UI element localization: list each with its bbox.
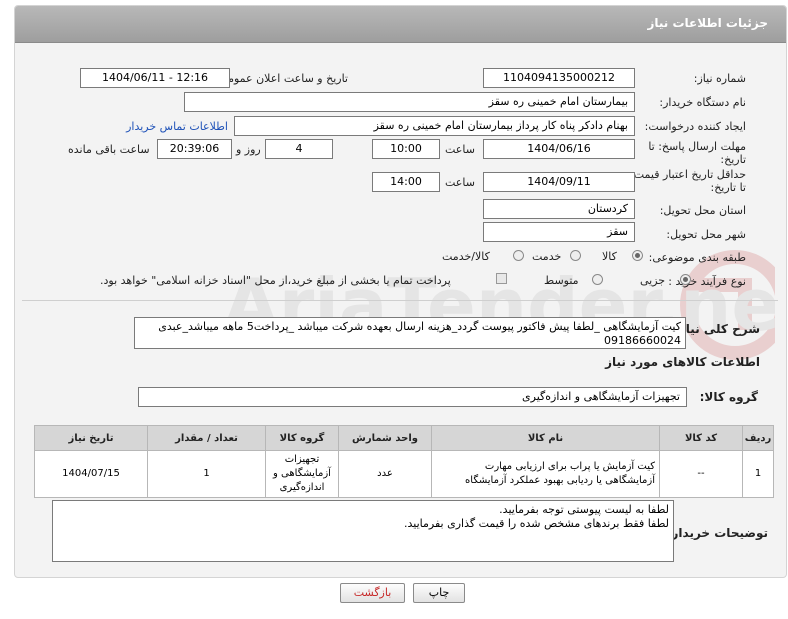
- reply-date-field: 1404/06/16: [483, 139, 635, 159]
- validity-time-label: ساعت: [445, 176, 475, 189]
- divider: [22, 300, 778, 301]
- table-header-row: ردیف کد کالا نام کالا واحد شمارش گروه کا…: [34, 425, 774, 451]
- process-option-minor: جزیی: [640, 274, 666, 287]
- buyer-org-field: بیمارستان امام خمینی ره سقز: [184, 92, 635, 112]
- days-remaining-field: 4: [265, 139, 333, 159]
- province-label: استان محل تحویل:: [659, 204, 746, 217]
- description-label: شرح کلی نیاز:: [674, 322, 760, 336]
- price-validity-label: حداقل تاریخ اعتبار قیمت:: [630, 168, 746, 181]
- buyer-notes-textarea[interactable]: [52, 500, 674, 562]
- cell-goods-group: تجهیزات آزمایشگاهی و اندازه‌گیری: [265, 450, 339, 498]
- cell-unit: عدد: [338, 450, 432, 498]
- price-validity-label-date: تا تاریخ:: [710, 181, 746, 194]
- col-header-goods-code: کد کالا: [659, 425, 743, 451]
- goods-group-field: تجهیزات آزمایشگاهی و اندازه‌گیری: [138, 387, 687, 407]
- validity-time-field: 14:00: [372, 172, 440, 192]
- panel-title: جزئیات اطلاعات نیاز: [647, 16, 768, 30]
- category-radio-goods-service[interactable]: [513, 250, 524, 261]
- requester-field: بهنام دادکر پناه کار پرداز بیمارستان اما…: [234, 116, 635, 136]
- days-label: روز و: [236, 143, 261, 156]
- treasury-payment-checkbox[interactable]: [496, 273, 507, 284]
- need-number-label: شماره نیاز:: [693, 72, 746, 85]
- cell-quantity: 1: [147, 450, 266, 498]
- panel-header: جزئیات اطلاعات نیاز: [15, 6, 786, 43]
- col-header-unit: واحد شمارش: [338, 425, 432, 451]
- cell-need-date: 1404/07/15: [34, 450, 148, 498]
- need-number-field: 1104094135000212: [483, 68, 635, 88]
- reply-deadline-label-date: تاریخ:: [720, 153, 746, 166]
- category-label: طبقه بندی موضوعی:: [648, 251, 746, 264]
- announce-date-label: تاریخ و ساعت اعلان عمومی:: [215, 72, 348, 85]
- city-field: سقز: [483, 222, 635, 242]
- description-textarea[interactable]: [134, 317, 686, 349]
- treasury-payment-note: پرداخت تمام یا بخشی از مبلغ خرید،از محل …: [100, 274, 451, 287]
- col-header-goods-name: نام کالا: [431, 425, 660, 451]
- col-header-goods-group: گروه کالا: [265, 425, 339, 451]
- buyer-notes-label: توضیحات خریدار:: [666, 526, 768, 540]
- table-row: 1 -- کیت آزمایش یا پراب برای ارزیابی مها…: [34, 450, 774, 498]
- requester-label: ایجاد کننده درخواست:: [644, 120, 746, 133]
- process-radio-minor[interactable]: [680, 274, 691, 285]
- col-header-need-date: تاریخ نیاز: [34, 425, 148, 451]
- buyer-org-label: نام دستگاه خریدار:: [659, 96, 746, 109]
- remaining-time-label: ساعت باقی مانده: [68, 143, 150, 156]
- cell-row-number: 1: [742, 450, 774, 498]
- buyer-contact-link[interactable]: اطلاعات تماس خریدار: [126, 120, 228, 133]
- col-header-quantity: تعداد / مقدار: [147, 425, 266, 451]
- remaining-time-field: 20:39:06: [157, 139, 232, 159]
- goods-table: ردیف کد کالا نام کالا واحد شمارش گروه کا…: [34, 425, 774, 498]
- reply-deadline-label: مهلت ارسال پاسخ: تا: [648, 140, 746, 153]
- cell-goods-name: کیت آزمایش یا پراب برای ارزیابی مهارت آز…: [431, 450, 660, 498]
- validity-date-field: 1404/09/11: [483, 172, 635, 192]
- category-option-goods-service: کالا/خدمت: [442, 250, 490, 263]
- announce-date-field: 1404/06/11 - 12:16: [80, 68, 230, 88]
- province-field: کردستان: [483, 199, 635, 219]
- cell-goods-code: --: [659, 450, 743, 498]
- reply-time-label: ساعت: [445, 143, 475, 156]
- process-radio-medium[interactable]: [592, 274, 603, 285]
- category-option-service: خدمت: [532, 250, 562, 263]
- process-option-medium: متوسط: [544, 274, 579, 287]
- category-radio-service[interactable]: [570, 250, 581, 261]
- category-option-goods: کالا: [602, 250, 617, 263]
- goods-info-title: اطلاعات کالاهای مورد نیاز: [605, 355, 760, 369]
- category-radio-goods[interactable]: [632, 250, 643, 261]
- city-label: شهر محل تحویل:: [666, 228, 746, 241]
- reply-time-field: 10:00: [372, 139, 440, 159]
- goods-group-label: گروه کالا:: [699, 390, 758, 404]
- print-button[interactable]: چاپ: [413, 583, 465, 603]
- col-header-row-number: ردیف: [742, 425, 774, 451]
- back-button[interactable]: بازگشت: [340, 583, 405, 603]
